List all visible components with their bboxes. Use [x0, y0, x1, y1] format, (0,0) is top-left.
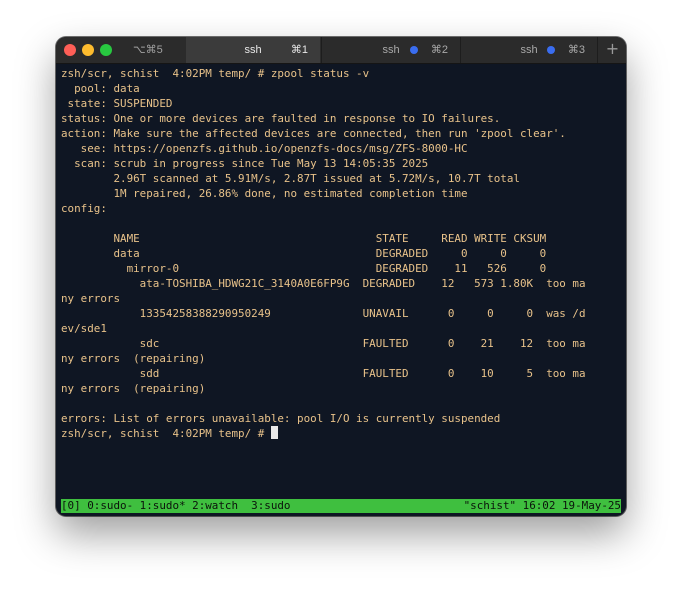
minimize-window-button[interactable] [82, 44, 94, 56]
terminal-line: 13354258388290950249 UNAVAIL 0 0 0 was /… [139, 307, 586, 320]
terminal-line: 2.96T scanned at 5.91M/s, 2.87T issued a… [113, 172, 520, 185]
tmux-window-list[interactable]: [0] 0:sudo- 1:sudo* 2:watch 3:sudo [61, 499, 291, 513]
terminal-line: see: https://openzfs.github.io/openzfs-d… [80, 142, 468, 155]
activity-dot-icon [410, 46, 418, 54]
terminal-line: ny errors [61, 292, 121, 305]
tab-ssh-3[interactable]: ssh ⌘3 [460, 37, 597, 63]
zoom-window-button[interactable] [100, 44, 112, 56]
tab-1[interactable]: ⌥⌘5 [119, 37, 185, 63]
terminal-window: ⌥⌘5 ssh ⌘1 ssh ⌘2 ssh ⌘3 + zsh/scr, schi… [56, 37, 626, 516]
terminal-lines: zsh/scr, schist 4:02PM temp/ # zpool sta… [61, 67, 586, 425]
tab-shortcut: ⌘1 [290, 44, 308, 56]
terminal-line: status: One or more devices are faulted … [61, 112, 501, 125]
terminal-output[interactable]: zsh/scr, schist 4:02PM temp/ # zpool sta… [61, 66, 621, 498]
tmux-status-right: "schist" 16:02 19-May-25 [463, 499, 621, 512]
terminal-line: zsh/scr, schist 4:02PM temp/ # zpool sta… [61, 67, 370, 80]
title-bar: ⌥⌘5 ssh ⌘1 ssh ⌘2 ssh ⌘3 + [56, 37, 626, 64]
terminal-line: ny errors (repairing) [61, 382, 206, 395]
tab-shortcut: ⌥⌘5 [133, 44, 163, 56]
tab-ssh-active[interactable]: ssh ⌘1 [186, 37, 320, 63]
close-window-button[interactable] [64, 44, 76, 56]
terminal-line: ata-TOSHIBA_HDWG21C_3140A0E6FP9G DEGRADE… [139, 277, 586, 290]
terminal-line: pool: data [74, 82, 140, 95]
terminal-line: mirror-0 DEGRADED 11 526 0 [126, 262, 547, 275]
terminal-line: action: Make sure the affected devices a… [61, 127, 566, 140]
terminal-line: data DEGRADED 0 0 0 [113, 247, 547, 260]
terminal-line: ny errors (repairing) [61, 352, 206, 365]
terminal-line: state: SUSPENDED [67, 97, 173, 110]
tab-ssh-2[interactable]: ssh ⌘2 [321, 37, 460, 63]
terminal-line: errors: List of errors unavailable: pool… [61, 412, 501, 425]
shell-prompt: zsh/scr, schist 4:02PM temp/ # [61, 427, 271, 440]
new-tab-button[interactable]: + [597, 37, 626, 63]
activity-dot-icon [547, 46, 555, 54]
tmux-status-bar: [0] 0:sudo- 1:sudo* 2:watch 3:sudo "schi… [61, 499, 621, 513]
terminal-line: ev/sde1 [61, 322, 107, 335]
tab-shortcut: ⌘2 [430, 44, 448, 56]
text-cursor [270, 426, 278, 439]
terminal-line: sdd FAULTED 0 10 5 too ma [139, 367, 586, 380]
terminal-line: scan: scrub in progress since Tue May 13… [74, 157, 429, 170]
terminal-line: 1M repaired, 26.86% done, no estimated c… [113, 187, 468, 200]
terminal-line: sdc FAULTED 0 21 12 too ma [139, 337, 586, 350]
terminal-line: NAME STATE READ WRITE CKSUM [113, 232, 547, 245]
tab-shortcut: ⌘3 [567, 44, 585, 56]
terminal-line: config: [61, 202, 107, 215]
